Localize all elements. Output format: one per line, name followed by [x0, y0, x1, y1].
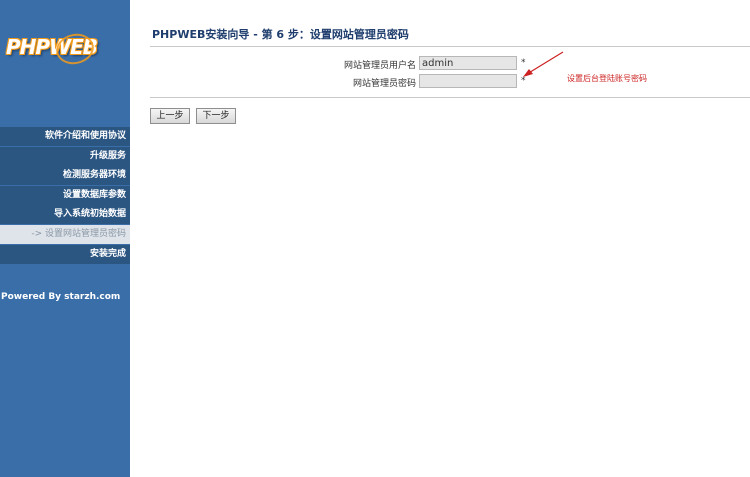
step-item-check-env: 检测服务器环境 — [0, 166, 130, 186]
step-item-import-data: 导入系统初始数据 — [0, 205, 130, 225]
phpweb-logo: PHPWEB — [6, 30, 98, 68]
sidebar: PHPWEB 软件介绍和使用协议 升级服务 检测服务器环境 设置数据库参数 导入… — [0, 0, 130, 477]
page-title: PHPWEB安装向导 - 第 6 步：设置网站管理员密码 — [152, 28, 409, 41]
install-steps-menu: 软件介绍和使用协议 升级服务 检测服务器环境 设置数据库参数 导入系统初始数据 … — [0, 127, 130, 264]
divider-bottom — [150, 97, 750, 98]
password-hint: 设置后台登陆账号密码 — [567, 74, 647, 83]
divider-top — [150, 46, 750, 47]
step-item-license: 软件介绍和使用协议 — [0, 127, 130, 146]
powered-by: Powered By starzh.com — [1, 292, 121, 302]
prev-step-button[interactable]: 上一步 — [150, 108, 190, 124]
step-item-upgrade: 升级服务 — [0, 146, 130, 166]
step-item-complete: 安装完成 — [0, 244, 130, 264]
admin-password-input[interactable] — [419, 74, 517, 88]
main-content: PHPWEB安装向导 - 第 6 步：设置网站管理员密码 网站管理员用户名 * … — [130, 0, 750, 477]
username-label: 网站管理员用户名 — [343, 61, 416, 71]
step-item-database: 设置数据库参数 — [0, 185, 130, 205]
step-item-admin-password: -> 设置网站管理员密码 — [0, 224, 130, 244]
admin-username-input[interactable] — [419, 56, 517, 70]
next-step-button[interactable]: 下一步 — [196, 108, 236, 124]
password-label: 网站管理员密码 — [352, 79, 416, 89]
hint-arrow-icon — [523, 51, 564, 77]
